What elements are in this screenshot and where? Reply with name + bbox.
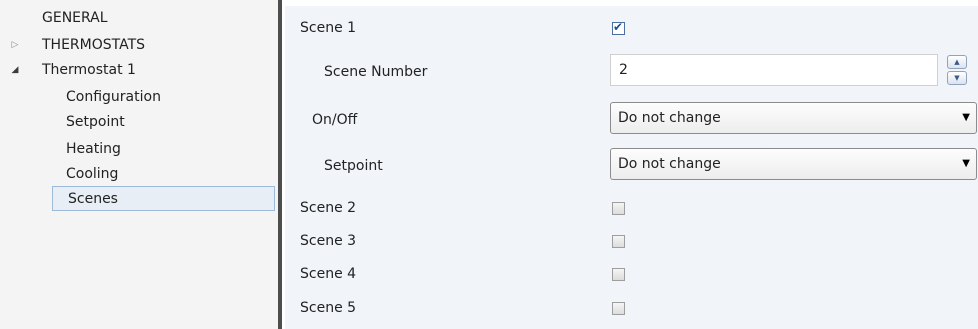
tree-item-label: Setpoint bbox=[66, 114, 125, 130]
scene-2-label: Scene 2 bbox=[300, 200, 357, 216]
tree-item-label: Cooling bbox=[66, 166, 119, 182]
tree-item-label: THERMOSTATS bbox=[42, 37, 146, 53]
scene-number-stepper[interactable]: ▲ ▼ bbox=[947, 55, 967, 87]
scene-number-value: 2 bbox=[619, 62, 628, 78]
spin-up-icon[interactable]: ▲ bbox=[947, 55, 967, 69]
scene-5-label: Scene 5 bbox=[300, 300, 357, 316]
dropdown-arrow-icon: ▼ bbox=[962, 158, 970, 169]
scene-1-checkbox[interactable] bbox=[612, 20, 625, 35]
setpoint-label: Setpoint bbox=[324, 158, 383, 174]
expanded-arrow-icon[interactable]: ◢ bbox=[10, 58, 20, 83]
tree-item-setpoint[interactable]: Setpoint bbox=[66, 110, 125, 135]
tree-item-label: Configuration bbox=[66, 89, 161, 105]
scene-3-checkbox[interactable] bbox=[612, 235, 625, 248]
tree-item-heating[interactable]: Heating bbox=[66, 137, 121, 162]
scene-1-label: Scene 1 bbox=[300, 20, 357, 36]
collapsed-arrow-icon[interactable]: ▷ bbox=[10, 33, 20, 58]
onoff-dropdown[interactable]: Do not change ▼ bbox=[610, 102, 977, 134]
tree-item-label: Heating bbox=[66, 141, 121, 157]
tree-item-scenes[interactable]: Scenes bbox=[52, 186, 275, 211]
scene-4-label: Scene 4 bbox=[300, 266, 357, 282]
scene-number-label: Scene Number bbox=[324, 64, 428, 80]
setpoint-dropdown[interactable]: Do not change ▼ bbox=[610, 148, 977, 180]
tree-item-label: GENERAL bbox=[42, 10, 108, 26]
tree-item-configuration[interactable]: Configuration bbox=[66, 85, 161, 110]
dropdown-arrow-icon: ▼ bbox=[962, 112, 970, 123]
tree-item-general[interactable]: GENERAL bbox=[42, 6, 108, 31]
spin-down-icon[interactable]: ▼ bbox=[947, 71, 967, 85]
parameter-tree: GENERAL ▷ THERMOSTATS ◢ Thermostat 1 Con… bbox=[0, 0, 278, 329]
onoff-label: On/Off bbox=[312, 112, 358, 128]
scene-3-label: Scene 3 bbox=[300, 233, 357, 249]
parameter-panel: Scene 1 Scene Number 2 ▲ ▼ On/Off Do not… bbox=[282, 0, 978, 329]
scene-number-field[interactable]: 2 bbox=[610, 54, 938, 86]
setpoint-selected-value: Do not change bbox=[618, 156, 721, 172]
tree-item-thermostats[interactable]: THERMOSTATS bbox=[42, 33, 145, 58]
tree-item-thermostat-1[interactable]: Thermostat 1 bbox=[42, 58, 136, 83]
tree-item-cooling[interactable]: Cooling bbox=[66, 162, 118, 187]
scene-2-checkbox[interactable] bbox=[612, 202, 625, 215]
onoff-selected-value: Do not change bbox=[618, 110, 721, 126]
tree-item-label: Thermostat 1 bbox=[42, 62, 136, 78]
scene-5-checkbox[interactable] bbox=[612, 302, 625, 315]
scene-4-checkbox[interactable] bbox=[612, 268, 625, 281]
tree-item-label: Scenes bbox=[68, 191, 118, 207]
